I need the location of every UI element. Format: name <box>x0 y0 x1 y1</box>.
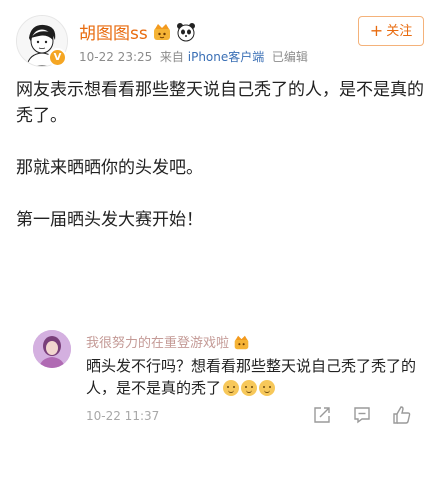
follow-label: 关注 <box>386 24 413 39</box>
post-paragraph: 网友表示想看看那些整天说自己秃了的人，是不是真的秃了。 <box>16 80 424 126</box>
crown-emoji-icon <box>233 334 250 355</box>
verified-badge: V <box>48 48 67 67</box>
follow-button[interactable]: + 关注 <box>358 16 424 46</box>
edited-label[interactable]: 已编辑 <box>272 50 308 64</box>
smile-emoji-icon <box>259 380 276 396</box>
share-icon[interactable] <box>312 405 332 425</box>
comment-icon[interactable] <box>352 405 372 425</box>
source-prefix: 来自 <box>159 50 184 64</box>
author-name[interactable]: 胡图图ss <box>79 24 148 44</box>
comment-author[interactable]: 我很努力的在重登游戏啦 <box>86 336 229 351</box>
smile-emoji-icon <box>223 380 240 396</box>
post-paragraph: 第一届晒头发大赛开始！ <box>16 210 203 230</box>
source-link[interactable]: iPhone客户端 <box>188 50 265 64</box>
post-meta: 10-22 23:25 来自 iPhone客户端 已编辑 <box>79 48 308 65</box>
smile-emoji-icon <box>241 380 258 396</box>
panda-emoji-icon <box>176 22 196 47</box>
like-icon[interactable] <box>392 405 412 425</box>
comment-avatar[interactable] <box>33 330 71 368</box>
post-time: 10-22 23:25 <box>79 50 153 64</box>
post-body: 网友表示想看看那些整天说自己秃了的人，是不是真的秃了。 那就来晒晒你的头发吧。 … <box>16 77 426 233</box>
comment-text-block: 晒头发不行吗？想看看那些整天说自己秃了秃了的人，是不是真的秃了 <box>86 355 416 399</box>
comment-time: 10-22 11:37 <box>86 409 160 423</box>
crown-emoji-icon <box>152 22 172 47</box>
post-paragraph: 那就来晒晒你的头发吧。 <box>16 158 203 178</box>
comment-author-row[interactable]: 我很努力的在重登游戏啦 <box>86 332 250 355</box>
author-name-row[interactable]: 胡图图ss <box>79 19 196 47</box>
plus-icon: + <box>369 21 384 40</box>
